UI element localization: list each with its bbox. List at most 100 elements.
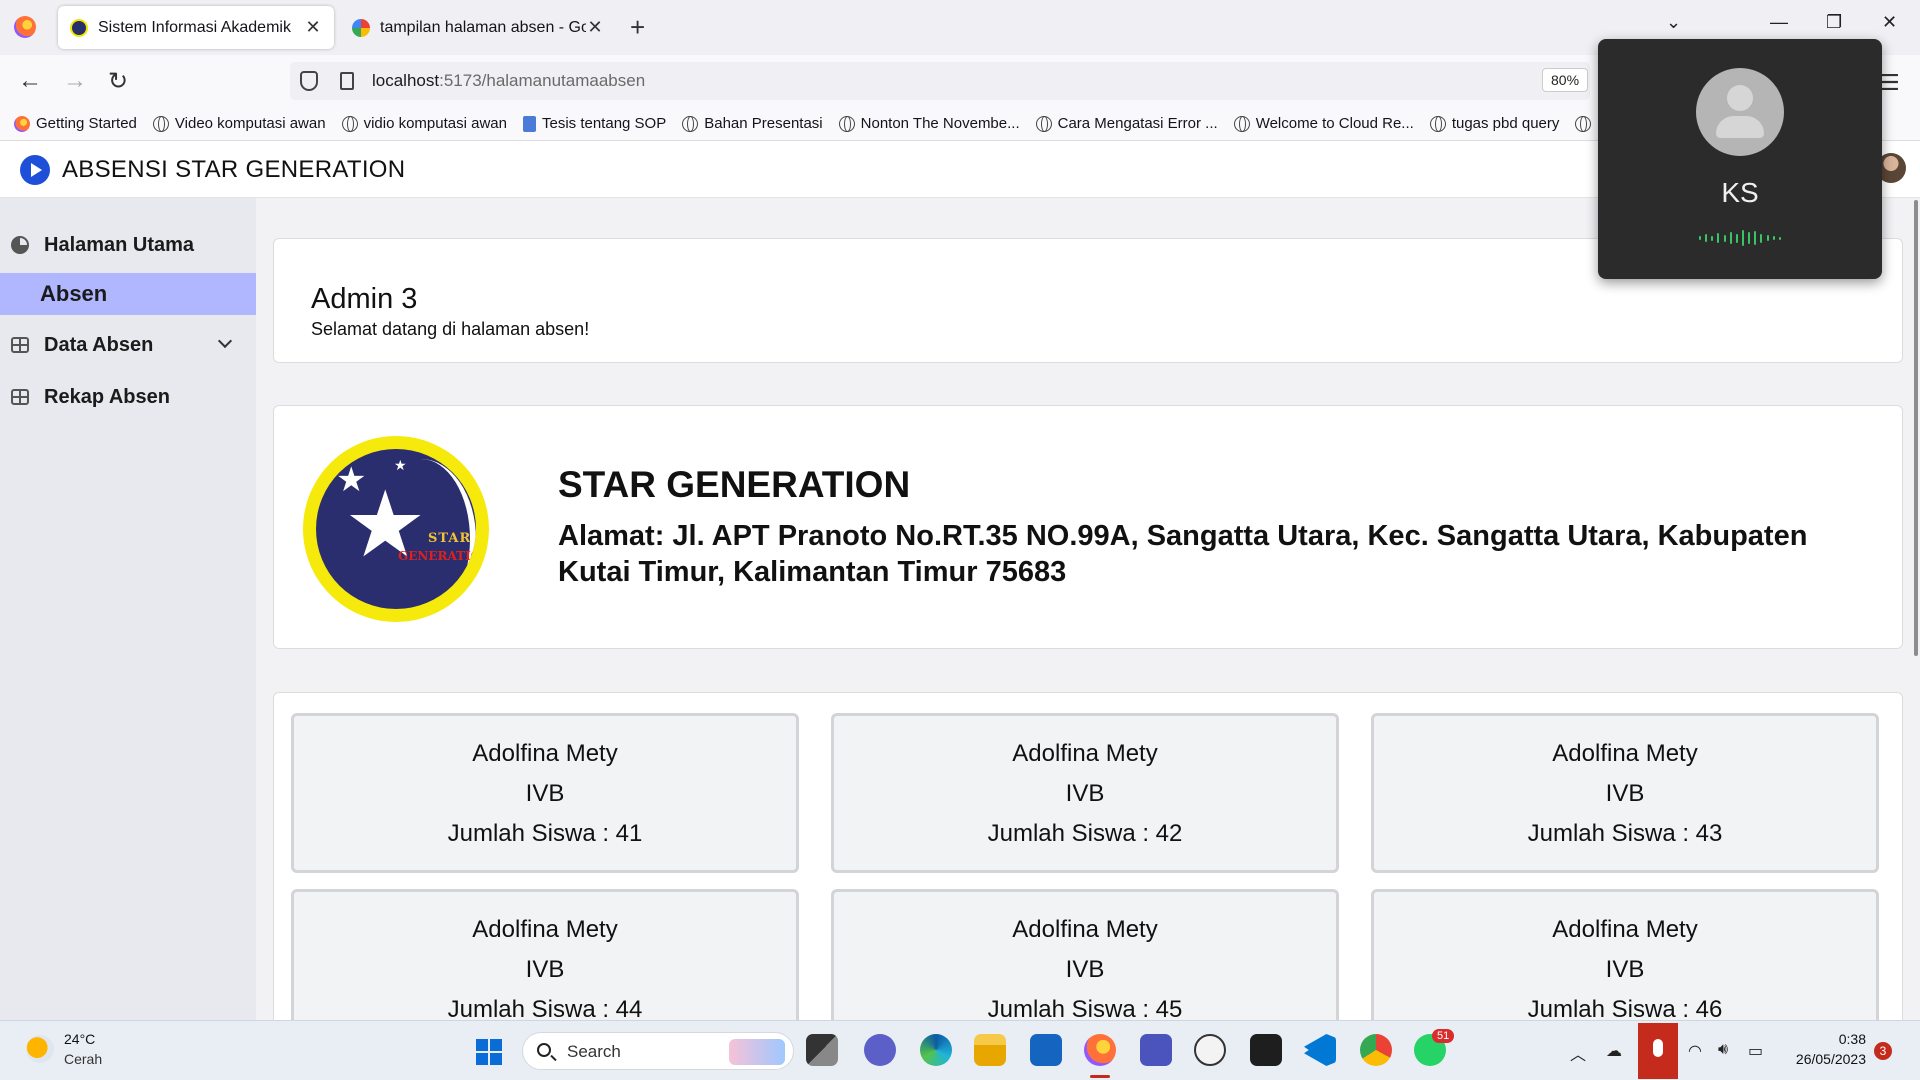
- class-card[interactable]: Adolfina Mety IVB Jumlah Siswa : 41: [291, 713, 799, 873]
- sidebar-item-data-absen[interactable]: Data Absen: [0, 324, 256, 366]
- google-favicon-icon: [352, 18, 370, 37]
- student-count: Jumlah Siswa : 41: [447, 820, 643, 847]
- app-logo-icon[interactable]: [20, 155, 50, 185]
- mail-icon[interactable]: [1030, 1034, 1062, 1066]
- firefox-taskbar-icon[interactable]: [1084, 1034, 1116, 1066]
- logo-text-star: STAR: [428, 531, 472, 546]
- notification-badge[interactable]: 3: [1874, 1042, 1892, 1060]
- close-tab-icon[interactable]: ✕: [586, 17, 604, 38]
- forward-arrow-icon[interactable]: →: [63, 67, 87, 95]
- sidebar-item-absen[interactable]: Absen: [0, 273, 256, 315]
- class-name: IVB: [1065, 780, 1105, 807]
- app-title: ABSENSI STAR GENERATION: [62, 156, 406, 183]
- sidebar-item-rekap-absen[interactable]: Rekap Absen: [0, 376, 256, 418]
- bookmark-item[interactable]: Getting Started: [14, 115, 137, 132]
- bookmark-label: Tesis tentang SOP: [541, 115, 667, 132]
- bookmark-item[interactable]: Bahan Presentasi: [682, 115, 823, 132]
- bookmark-item[interactable]: Nonton The Novembe...: [838, 115, 1020, 132]
- vscode-icon[interactable]: [1304, 1034, 1336, 1066]
- tab-sistem-informasi[interactable]: Sistem Informasi Akademik ✕: [58, 6, 334, 49]
- class-card[interactable]: Adolfina Mety IVB Jumlah Siswa : 43: [1371, 713, 1879, 873]
- edge-icon[interactable]: [920, 1034, 952, 1066]
- class-card[interactable]: Adolfina Mety IVB Jumlah Siswa : 42: [831, 713, 1339, 873]
- bookmark-item[interactable]: tugas pbd query: [1429, 115, 1560, 132]
- chevron-down-icon[interactable]: [217, 333, 233, 349]
- restore-icon[interactable]: ❐: [1826, 12, 1842, 33]
- system-clock[interactable]: 0:38 26/05/2023: [1786, 1031, 1866, 1067]
- sidebar-item-label: Absen: [40, 281, 108, 306]
- close-tab-icon[interactable]: ✕: [304, 17, 322, 38]
- tab-google-search[interactable]: tampilan halaman absen - Goo ✕: [340, 6, 616, 49]
- page-scrollbar[interactable]: [1914, 200, 1918, 656]
- bookmark-label: Getting Started: [36, 115, 137, 132]
- show-hidden-icons-icon[interactable]: ︿: [1570, 1041, 1586, 1065]
- weather-sun-icon[interactable]: [26, 1035, 54, 1063]
- task-view-icon[interactable]: [806, 1034, 838, 1066]
- terminal-icon[interactable]: [1250, 1034, 1282, 1066]
- student-count: Jumlah Siswa : 43: [1527, 820, 1723, 847]
- sidebar-item-halaman-utama[interactable]: Halaman Utama: [0, 224, 256, 266]
- bookmark-label: tugas pbd query: [1451, 115, 1560, 132]
- class-card[interactable]: Adolfina Mety IVB Jumlah Siswa : 45: [831, 889, 1339, 1020]
- minimize-icon[interactable]: —: [1770, 12, 1788, 33]
- student-count: Jumlah Siswa : 44: [447, 996, 643, 1020]
- page-info-icon[interactable]: [340, 72, 354, 90]
- tracking-shield-icon[interactable]: [300, 71, 318, 91]
- taskbar-search[interactable]: Search: [522, 1032, 794, 1070]
- caller-initials: KS: [1721, 177, 1759, 208]
- teams-icon[interactable]: [1140, 1034, 1172, 1066]
- audio-waveform-icon: [1699, 229, 1781, 247]
- battery-icon[interactable]: ▭: [1748, 1041, 1763, 1061]
- windows-start-icon[interactable]: [476, 1039, 502, 1065]
- weather-temperature[interactable]: 24°C: [64, 1031, 95, 1047]
- address-bar[interactable]: localhost:5173/halamanutamaabsen: [290, 62, 1590, 100]
- file-explorer-icon[interactable]: [974, 1034, 1006, 1066]
- weather-condition[interactable]: Cerah: [64, 1051, 102, 1067]
- new-tab-icon[interactable]: +: [630, 12, 645, 43]
- student-count: Jumlah Siswa : 45: [987, 996, 1183, 1020]
- bookmark-item[interactable]: Tesis tentang SOP: [522, 115, 667, 132]
- whatsapp-badge: 51: [1432, 1029, 1455, 1043]
- list-all-tabs-icon[interactable]: ⌄: [1666, 12, 1681, 33]
- student-count: Jumlah Siswa : 42: [987, 820, 1183, 847]
- globe-icon: [838, 115, 855, 132]
- globe-icon: [1575, 115, 1592, 132]
- zoom-level-button[interactable]: 80%: [1542, 68, 1589, 92]
- bookmark-item[interactable]: Cara Mengatasi Error ...: [1035, 115, 1218, 132]
- microphone-in-use-icon[interactable]: [1638, 1023, 1678, 1079]
- tab-title: Sistem Informasi Akademik: [98, 18, 291, 36]
- wifi-icon[interactable]: ◠: [1688, 1041, 1702, 1061]
- class-name: IVB: [1605, 956, 1645, 983]
- bookmark-item[interactable]: vidio komputasi awan: [341, 115, 507, 132]
- firefox-menu-icon[interactable]: [14, 16, 36, 38]
- volume-icon[interactable]: 🔊︎: [1718, 1041, 1728, 1059]
- class-name: IVB: [525, 956, 565, 983]
- search-highlight-icon: [729, 1039, 785, 1065]
- sidebar-item-label: Data Absen: [44, 333, 154, 356]
- url-text[interactable]: localhost:5173/halamanutamaabsen: [372, 71, 645, 91]
- class-card[interactable]: Adolfina Mety IVB Jumlah Siswa : 44: [291, 889, 799, 1020]
- bookmark-item[interactable]: Welcome to Cloud Re...: [1233, 115, 1414, 132]
- class-name: IVB: [1065, 956, 1105, 983]
- teacher-name: Adolfina Mety: [1552, 916, 1698, 943]
- school-info-card: ★ ★ ★ STAR GENERATION STAR GENERATION Al…: [273, 405, 1903, 649]
- chrome-icon[interactable]: [1360, 1034, 1392, 1066]
- bookmark-label: Welcome to Cloud Re...: [1255, 115, 1414, 132]
- bookmark-item[interactable]: Video komputasi awan: [152, 115, 326, 132]
- call-popup[interactable]: KS: [1598, 39, 1882, 279]
- hamburger-menu-icon[interactable]: ☰: [1880, 70, 1900, 96]
- back-arrow-icon[interactable]: ←: [18, 67, 42, 95]
- search-placeholder: Search: [567, 1042, 621, 1061]
- bookmark-item[interactable]: [1575, 115, 1597, 132]
- chat-icon[interactable]: [864, 1034, 896, 1066]
- globe-icon: [1035, 115, 1052, 132]
- close-window-icon[interactable]: ✕: [1882, 12, 1897, 33]
- bookmark-label: Video komputasi awan: [174, 115, 326, 132]
- class-name: IVB: [1605, 780, 1645, 807]
- emoji-app-icon[interactable]: [1194, 1034, 1226, 1066]
- class-card[interactable]: Adolfina Mety IVB Jumlah Siswa : 46: [1371, 889, 1879, 1020]
- welcome-subtitle: Selamat datang di halaman absen!: [311, 319, 590, 339]
- star-generation-logo: ★ ★ ★ STAR GENERATION: [303, 436, 489, 622]
- reload-icon[interactable]: ↻: [108, 67, 128, 96]
- onedrive-icon[interactable]: ☁: [1606, 1041, 1622, 1061]
